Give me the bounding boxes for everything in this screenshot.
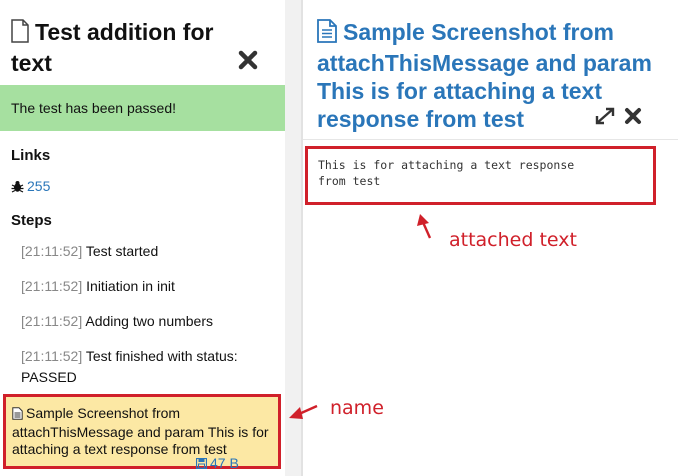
test-title-text: Test addition for text: [11, 19, 214, 76]
step-time: [21:11:52]: [21, 243, 83, 259]
steps-heading: Steps: [11, 212, 52, 229]
step-item: [21:11:52] Adding two numbers: [21, 311, 276, 332]
step-time: [21:11:52]: [21, 313, 83, 329]
step-text: Adding two numbers: [85, 313, 214, 329]
test-details-panel: Test addition for text The test has been…: [0, 0, 286, 476]
file-text-icon: [317, 19, 337, 49]
close-icon[interactable]: [238, 50, 258, 75]
step-time: [21:11:52]: [21, 348, 83, 364]
attachment-item[interactable]: Sample Screenshot from attachThisMessage…: [3, 394, 281, 469]
step-item: [21:11:52] Test finished with status: PA…: [21, 346, 276, 388]
attachment-size-label: 47 B: [210, 455, 239, 471]
links-heading: Links: [11, 147, 51, 164]
close-icon[interactable]: [624, 107, 642, 130]
attached-text-annotation: attached text: [449, 229, 577, 251]
attachment-size[interactable]: 47 B: [195, 455, 239, 472]
file-text-icon: [12, 407, 23, 424]
file-icon: [11, 19, 29, 49]
annotation-arrow: [417, 214, 432, 239]
expand-icon[interactable]: [594, 106, 616, 131]
save-icon: [195, 456, 208, 472]
status-message: The test has been passed!: [0, 85, 285, 131]
step-time: [21:11:52]: [21, 278, 83, 294]
issue-link-label[interactable]: 255: [27, 178, 50, 194]
test-title: Test addition for text: [11, 18, 241, 77]
viewer-controls: [594, 106, 642, 131]
step-item: [21:11:52] Test started: [21, 241, 276, 262]
annotation-arrow: [289, 404, 318, 419]
name-annotation: name: [330, 397, 384, 419]
bug-icon: [11, 180, 24, 196]
attachment-name: Sample Screenshot from attachThisMessage…: [12, 405, 269, 457]
step-item: [21:11:52] Initiation in init: [21, 276, 276, 297]
step-text: Initiation in init: [86, 278, 175, 294]
step-text: Test started: [85, 243, 159, 259]
issue-link[interactable]: 255: [11, 178, 50, 196]
title-divider: [303, 139, 678, 140]
attached-text-content: This is for attaching a text response fr…: [305, 146, 656, 205]
